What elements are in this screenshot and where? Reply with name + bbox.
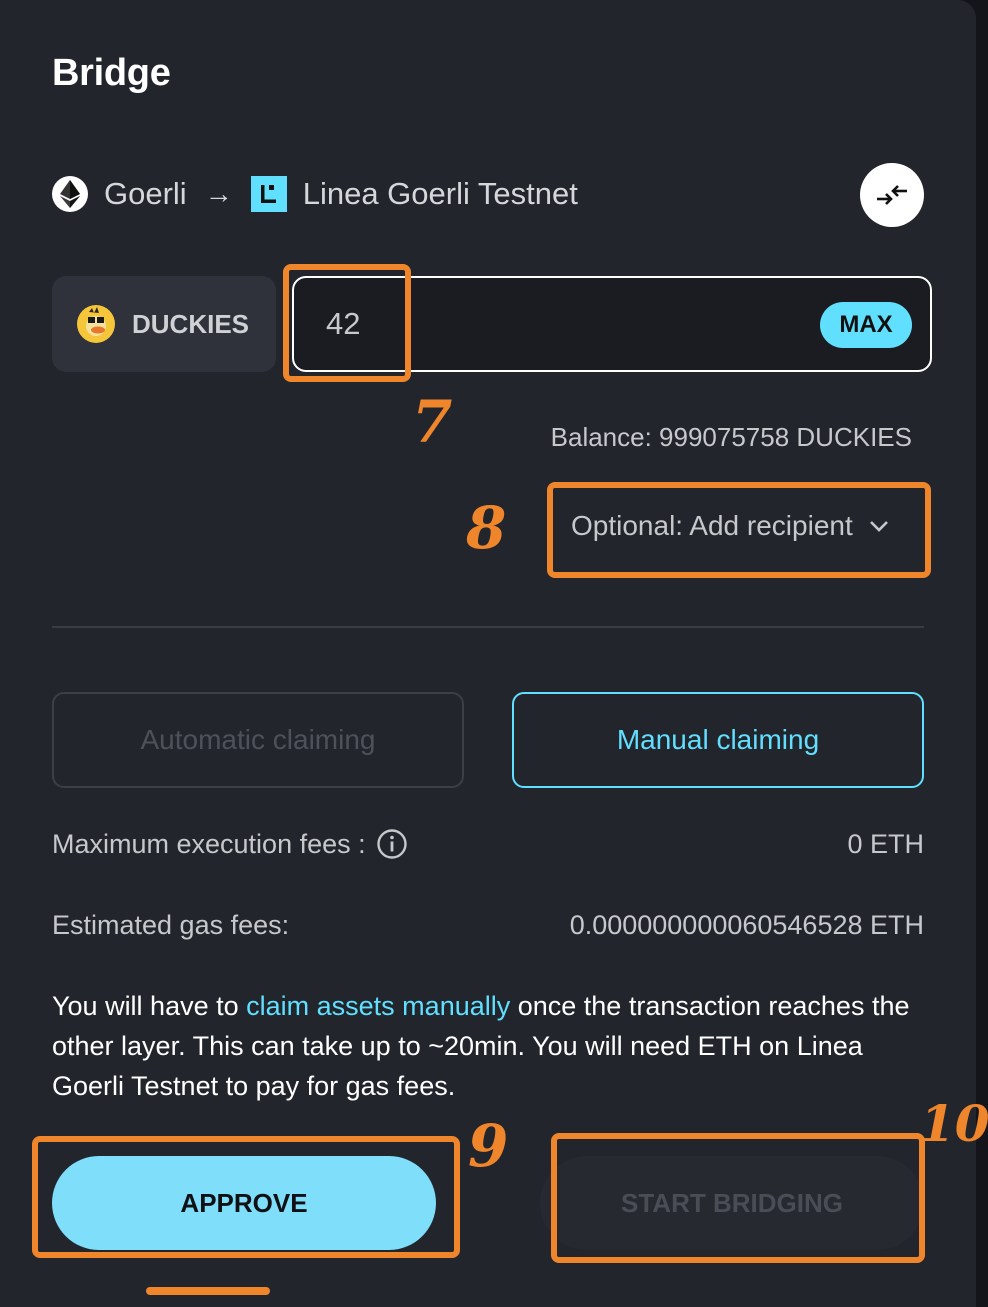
token-symbol: DUCKIES: [132, 308, 250, 339]
linea-icon: [250, 176, 287, 212]
ethereum-icon: [52, 176, 88, 212]
estimated-gas-fee-row: Estimated gas fees: 0.000000000060546528…: [52, 910, 924, 941]
estimated-gas-fee-label: Estimated gas fees:: [52, 910, 290, 940]
annotation-number-9: 9: [468, 1112, 509, 1180]
annotation-box-7: [283, 264, 411, 382]
annotation-number-7: 7: [412, 388, 453, 456]
estimated-gas-fee-value: 0.000000000060546528 ETH: [569, 910, 924, 940]
duckies-token-icon: [77, 305, 115, 343]
max-execution-fee-label-group: Maximum execution fees :: [52, 828, 408, 860]
annotation-box-10: [551, 1133, 925, 1263]
manual-claiming-button[interactable]: Manual claiming: [512, 692, 924, 788]
bridge-panel: Bridge Goerli → Linea Goerli Testnet DUC…: [0, 0, 976, 1307]
max-execution-fee-row: Maximum execution fees : 0 ETH: [52, 828, 924, 860]
manual-claim-note: You will have to claim assets manually o…: [52, 986, 932, 1106]
token-selector[interactable]: DUCKIES: [52, 276, 276, 372]
max-button[interactable]: MAX: [820, 302, 912, 348]
page-title: Bridge: [52, 52, 171, 94]
automatic-claiming-button[interactable]: Automatic claiming: [52, 692, 464, 788]
balance-text: Balance: 999075758 DUCKIES: [550, 422, 912, 452]
annotation-box-8: [547, 482, 931, 578]
network-route: Goerli → Linea Goerli Testnet: [52, 172, 578, 216]
annotation-underline: [146, 1287, 270, 1295]
swap-networks-button[interactable]: [860, 163, 924, 227]
route-arrow: →: [204, 178, 233, 209]
note-prefix: You will have to: [52, 991, 247, 1021]
annotation-box-9: [32, 1136, 460, 1258]
max-execution-fee-label: Maximum execution fees :: [52, 828, 366, 859]
annotation-number-8: 8: [466, 494, 507, 562]
claim-assets-link[interactable]: claim assets manually: [246, 991, 510, 1021]
from-network-label: Goerli: [104, 176, 187, 211]
to-network-label: Linea Goerli Testnet: [302, 176, 578, 211]
annotation-number-10: 10: [920, 1094, 988, 1153]
info-icon[interactable]: [376, 828, 408, 860]
section-divider: [52, 626, 924, 628]
max-execution-fee-value: 0 ETH: [847, 828, 924, 859]
swap-arrows-icon: [877, 185, 907, 205]
